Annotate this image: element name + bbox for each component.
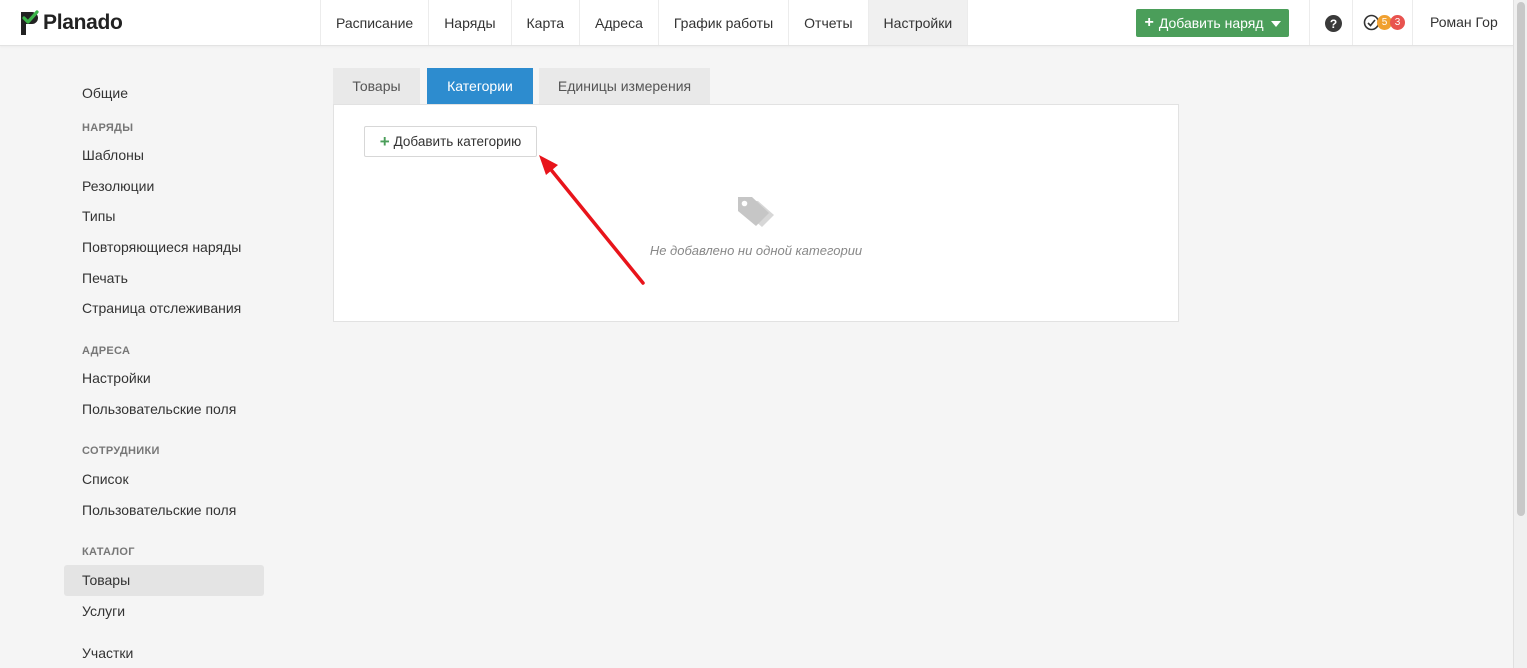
tags-icon	[738, 197, 774, 227]
sidebar-item-staff-custom-fields[interactable]: Пользовательские поля	[82, 502, 236, 518]
add-order-button[interactable]: + Добавить наряд	[1136, 9, 1289, 37]
plus-icon: +	[379, 132, 390, 151]
nav-schedule[interactable]: Расписание	[320, 0, 428, 45]
add-category-button[interactable]: + Добавить категорию	[364, 126, 537, 157]
top-bar: Planado Расписание Наряды Карта Адреса Г…	[0, 0, 1513, 46]
notification-badge-red[interactable]: 3	[1390, 15, 1405, 30]
divider	[1412, 0, 1413, 45]
plus-icon: +	[1144, 14, 1154, 31]
nav-orders[interactable]: Наряды	[428, 0, 510, 45]
sidebar-item-general[interactable]: Общие	[82, 85, 128, 101]
sidebar-item-resolutions[interactable]: Резолюции	[82, 178, 154, 194]
user-menu[interactable]: Роман Гор	[1430, 14, 1498, 30]
tab-goods[interactable]: Товары	[333, 68, 420, 104]
nav-work-schedule[interactable]: График работы	[657, 0, 788, 45]
page-scrollbar[interactable]	[1513, 0, 1527, 668]
sidebar-item-address-settings[interactable]: Настройки	[82, 370, 151, 386]
scrollbar-thumb[interactable]	[1517, 2, 1525, 516]
divider	[1309, 0, 1310, 45]
sidebar-section-addresses: АДРЕСА	[82, 345, 131, 357]
nav-addresses[interactable]: Адреса	[579, 0, 658, 45]
add-category-label: Добавить категорию	[393, 134, 522, 149]
sidebar-section-staff: СОТРУДНИКИ	[82, 445, 160, 457]
sidebar-item-types[interactable]: Типы	[82, 208, 115, 224]
sidebar-item-recurring-orders[interactable]: Повторяющиеся наряды	[82, 239, 241, 255]
sidebar-item-areas[interactable]: Участки	[82, 645, 133, 661]
brand-name: Planado	[43, 11, 123, 34]
help-icon[interactable]: ?	[1325, 15, 1342, 32]
nav-map[interactable]: Карта	[510, 0, 579, 45]
sidebar-item-address-custom-fields[interactable]: Пользовательские поля	[82, 401, 236, 417]
add-order-label: Добавить наряд	[1158, 15, 1264, 31]
caret-down-icon	[1270, 21, 1281, 27]
empty-state-message: Не добавлено ни одной категории	[649, 243, 863, 258]
logo[interactable]: Planado	[18, 9, 123, 37]
sidebar-item-goods[interactable]: Товары	[82, 572, 130, 588]
sidebar-item-templates[interactable]: Шаблоны	[82, 147, 144, 163]
tab-categories[interactable]: Категории	[427, 68, 533, 104]
sidebar-item-services[interactable]: Услуги	[82, 603, 125, 619]
sidebar-item-staff-list[interactable]: Список	[82, 471, 129, 487]
main-nav: Расписание Наряды Карта Адреса График ра…	[320, 0, 969, 45]
planado-logo-icon	[21, 10, 39, 35]
nav-reports[interactable]: Отчеты	[788, 0, 867, 45]
divider	[1352, 0, 1353, 45]
sidebar-item-tracking-page[interactable]: Страница отслеживания	[82, 300, 241, 316]
sidebar-item-print[interactable]: Печать	[82, 270, 128, 286]
sidebar-section-catalog: КАТАЛОГ	[82, 546, 135, 558]
tab-units[interactable]: Единицы измерения	[539, 68, 710, 104]
sidebar-section-orders: НАРЯДЫ	[82, 122, 134, 134]
nav-settings[interactable]: Настройки	[867, 0, 969, 45]
